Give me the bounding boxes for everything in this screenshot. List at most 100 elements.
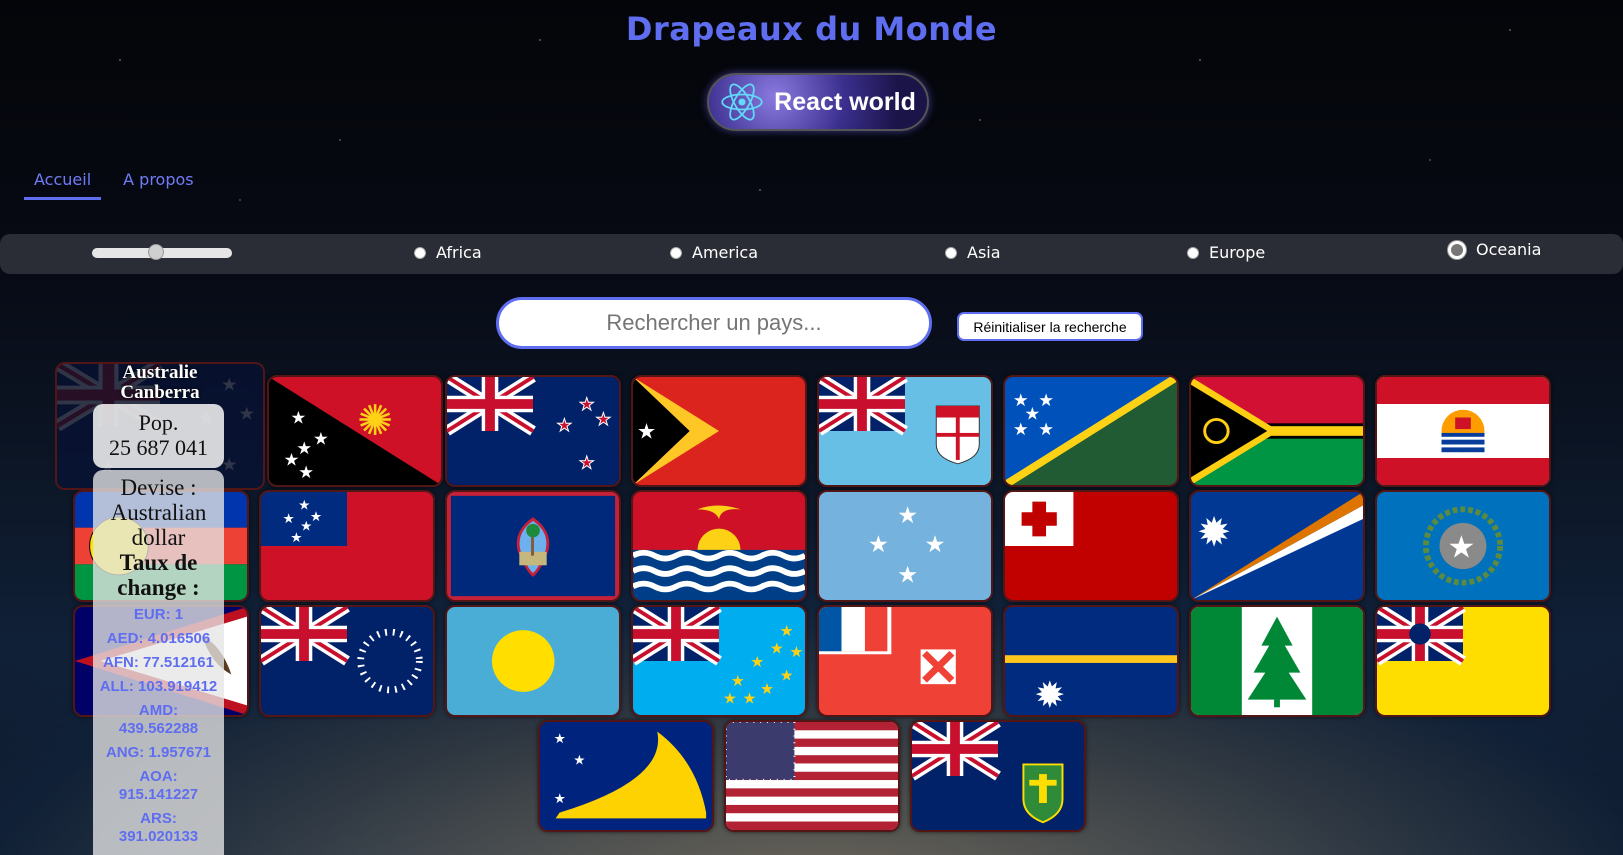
- svg-text:★: ★: [573, 753, 585, 769]
- svg-text:★: ★: [579, 395, 595, 415]
- radio-label: Asia: [967, 243, 1001, 262]
- rate-item: EUR: 1: [133, 606, 184, 623]
- svg-text:★: ★: [290, 530, 302, 546]
- radio-oceania[interactable]: Oceania: [1448, 240, 1541, 259]
- page-title: Drapeaux du Monde: [625, 10, 998, 48]
- radio-dot[interactable]: [1187, 246, 1199, 259]
- pitcairn-islands-flag[interactable]: [910, 720, 1086, 832]
- vanuatu-flag[interactable]: [1189, 375, 1365, 487]
- norfolk-island-flag[interactable]: [1189, 605, 1365, 717]
- radio-label: Africa: [436, 243, 482, 262]
- niue-flag[interactable]: [1375, 605, 1551, 717]
- population-box: Pop. 25 687 041: [93, 404, 224, 468]
- svg-text:✹: ✹: [1034, 674, 1065, 715]
- guam-flag[interactable]: [445, 490, 621, 602]
- kiribati-flag[interactable]: [631, 490, 807, 602]
- rate-item: 439.562288: [118, 720, 199, 737]
- svg-text:★: ★: [1013, 420, 1029, 440]
- samoa-flag[interactable]: ★ ★ ★ ★ ★: [259, 490, 435, 602]
- reset-search-button[interactable]: Réinitialiser la recherche: [957, 312, 1143, 341]
- papua-new-guinea-flag[interactable]: ★ ★ ★ ★ ★ ✺: [267, 375, 443, 487]
- country-name: Australie: [122, 362, 198, 383]
- new-zealand-flag[interactable]: ★ ★ ★ ★: [445, 375, 621, 487]
- svg-text:★: ★: [637, 420, 656, 445]
- rate-item: 391.020133: [118, 828, 199, 845]
- svg-text:★: ★: [554, 791, 566, 807]
- svg-text:★: ★: [596, 410, 612, 430]
- svg-text:★: ★: [298, 463, 314, 483]
- northern-mariana-islands-flag[interactable]: ★: [1375, 490, 1551, 602]
- svg-text:✹: ✹: [1197, 508, 1231, 556]
- svg-text:★: ★: [291, 408, 307, 428]
- svg-text:★: ★: [789, 643, 803, 661]
- marshall-islands-flag[interactable]: ✹: [1189, 490, 1365, 602]
- currency-name-line2: dollar: [131, 525, 186, 550]
- svg-text:★: ★: [1038, 391, 1054, 411]
- solomon-islands-flag[interactable]: ★ ★ ★ ★ ★: [1003, 375, 1179, 487]
- cook-islands-flag[interactable]: [259, 605, 435, 717]
- svg-text:★: ★: [579, 454, 595, 474]
- radio-europe[interactable]: Europe: [1187, 243, 1265, 262]
- rate-item: AFN: 77.512161: [103, 654, 214, 671]
- tokelau-flag[interactable]: ★ ★ ★: [538, 720, 714, 832]
- rate-item: 915.141227: [118, 786, 199, 803]
- rate-item: AED: 4.016506: [106, 630, 211, 647]
- capital-name: Canberra: [120, 382, 200, 403]
- radio-label: Oceania: [1476, 240, 1542, 259]
- nav-about[interactable]: A propos: [113, 170, 203, 200]
- react-world-logo: React world: [707, 73, 929, 131]
- filter-bar: Africa America Asia Europe Oceania: [0, 234, 1623, 274]
- currency-box: Devise : Australian dollar Taux de chang…: [93, 470, 224, 855]
- rate-item: ANG: 1.957671: [105, 744, 212, 761]
- radio-label: America: [692, 243, 758, 262]
- radio-dot[interactable]: [945, 246, 957, 259]
- svg-text:★: ★: [283, 511, 295, 527]
- svg-text:★: ★: [731, 672, 745, 690]
- tuvalu-flag[interactable]: ★ ★ ★ ★ ★ ★ ★ ★ ★: [631, 605, 807, 717]
- tonga-flag[interactable]: [1003, 490, 1179, 602]
- svg-text:★: ★: [298, 497, 310, 513]
- micronesia-flag[interactable]: ★ ★ ★ ★: [817, 490, 993, 602]
- radio-america[interactable]: America: [670, 243, 758, 262]
- rate-label-line2: change :: [117, 575, 200, 600]
- main-nav: Accueil A propos: [24, 170, 204, 200]
- svg-text:★: ★: [723, 690, 737, 708]
- svg-text:★: ★: [780, 666, 794, 684]
- svg-text:★: ★: [554, 731, 566, 747]
- count-range-slider[interactable]: [92, 244, 232, 260]
- united-states-flag[interactable]: [724, 720, 900, 832]
- timor-leste-flag[interactable]: ★: [631, 375, 807, 487]
- svg-text:✺: ✺: [357, 396, 393, 446]
- currency-name-line1: Australian: [110, 500, 207, 525]
- svg-text:★: ★: [760, 680, 774, 698]
- wallis-futuna-flag[interactable]: [817, 605, 993, 717]
- rate-item: AOA:: [139, 768, 178, 785]
- french-polynesia-flag[interactable]: [1375, 375, 1551, 487]
- slider-thumb[interactable]: [147, 244, 164, 260]
- radio-asia[interactable]: Asia: [945, 243, 1001, 262]
- radio-dot[interactable]: [414, 246, 426, 259]
- currency-label: Devise :: [120, 475, 197, 500]
- radio-dot-checked[interactable]: [1448, 240, 1466, 259]
- search-input[interactable]: [496, 297, 932, 349]
- radio-label: Europe: [1209, 243, 1266, 262]
- population-label: Pop.: [138, 410, 179, 435]
- svg-text:★: ★: [897, 562, 918, 589]
- svg-text:★: ★: [1038, 420, 1054, 440]
- svg-text:★: ★: [742, 690, 756, 708]
- radio-africa[interactable]: Africa: [414, 243, 482, 262]
- nav-home[interactable]: Accueil: [24, 170, 102, 200]
- svg-text:★: ★: [1447, 530, 1475, 566]
- fiji-flag[interactable]: [817, 375, 993, 487]
- svg-text:★: ★: [770, 639, 784, 657]
- svg-text:★: ★: [750, 653, 764, 671]
- palau-flag[interactable]: [445, 605, 621, 717]
- exchange-rates-list: EUR: 1 AED: 4.016506 AFN: 77.512161 ALL:…: [93, 606, 224, 846]
- svg-text:★: ★: [868, 531, 889, 558]
- nauru-flag[interactable]: ✹: [1003, 605, 1179, 717]
- svg-text:★: ★: [780, 622, 794, 640]
- rate-item: AMD:: [138, 702, 179, 719]
- rate-label-line1: Taux de: [119, 550, 198, 575]
- rate-item: ALL: 103.919412: [99, 678, 218, 695]
- radio-dot[interactable]: [670, 246, 682, 259]
